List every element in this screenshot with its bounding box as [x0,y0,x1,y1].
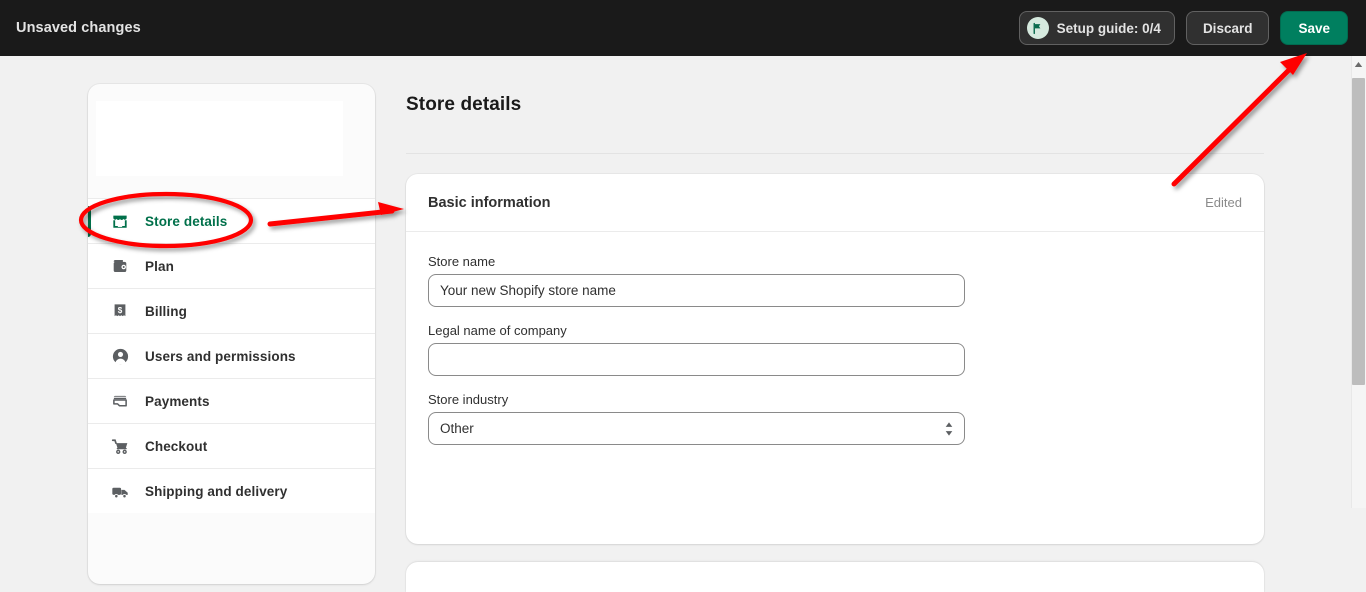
person-circle-icon [110,346,130,366]
payment-card-icon [110,391,130,411]
sidebar-item-store-details[interactable]: Store details [88,198,375,243]
store-name-label: Store name [428,254,496,269]
unsaved-changes-label: Unsaved changes [16,20,141,36]
status-badge: Edited [1205,195,1242,210]
store-industry-select[interactable]: Other [428,412,965,445]
sidebar-item-label: Users and permissions [145,348,296,364]
legal-name-label: Legal name of company [428,323,567,338]
sidebar-item-label: Billing [145,303,187,319]
basic-information-card: Basic information Edited Store name Lega… [406,174,1264,544]
store-name-input[interactable] [428,274,965,307]
store-industry-label: Store industry [428,392,509,407]
card-header: Basic information Edited [406,174,1264,232]
wallet-icon [110,256,130,276]
discard-button[interactable]: Discard [1185,11,1270,45]
flag-icon [1026,17,1049,39]
sidebar-item-label: Store details [145,213,228,229]
sidebar-item-label: Checkout [145,438,208,454]
title-divider [406,153,1264,154]
next-card-peek [406,562,1264,592]
legal-name-field-group: Legal name of company [428,323,1242,376]
sidebar-item-label: Plan [145,258,174,274]
page-body: Store details Plan $ Billing Users and p… [0,56,1352,592]
page-title: Store details [406,94,522,115]
sidebar-item-shipping-and-delivery[interactable]: Shipping and delivery [88,468,375,513]
sidebar-nav-list: Store details Plan $ Billing Users and p… [88,198,375,513]
top-bar-actions: Setup guide: 0/4 Discard Save [1018,0,1348,56]
vertical-scrollbar-thumb[interactable] [1352,78,1365,385]
caret-up-icon[interactable] [1351,56,1366,72]
shopping-cart-icon [110,436,130,456]
storefront-icon [110,211,130,231]
card-title: Basic information [428,194,551,211]
delivery-truck-icon [110,481,130,501]
sidebar-item-billing[interactable]: $ Billing [88,288,375,333]
receipt-dollar-icon: $ [110,301,130,321]
sidebar-item-label: Shipping and delivery [145,483,288,499]
sidebar-item-users-and-permissions[interactable]: Users and permissions [88,333,375,378]
settings-sidebar: Store details Plan $ Billing Users and p… [88,84,375,584]
sidebar-item-payments[interactable]: Payments [88,378,375,423]
sidebar-item-label: Payments [145,393,210,409]
store-name-field-group: Store name [428,254,1242,307]
sidebar-item-checkout[interactable]: Checkout [88,423,375,468]
svg-text:$: $ [118,306,123,315]
legal-name-input[interactable] [428,343,965,376]
sidebar-item-plan[interactable]: Plan [88,243,375,288]
store-industry-select-wrap: Other [428,412,965,445]
save-button[interactable]: Save [1280,11,1348,45]
setup-guide-button[interactable]: Setup guide: 0/4 [1018,11,1175,45]
sidebar-header-placeholder [96,101,343,176]
card-body: Store name Legal name of company Store i… [406,232,1264,445]
store-industry-field-group: Store industry Other [428,392,1242,445]
setup-guide-label: Setup guide: 0/4 [1056,20,1161,36]
top-bar: Unsaved changes Setup guide: 0/4 Discard… [0,0,1366,56]
